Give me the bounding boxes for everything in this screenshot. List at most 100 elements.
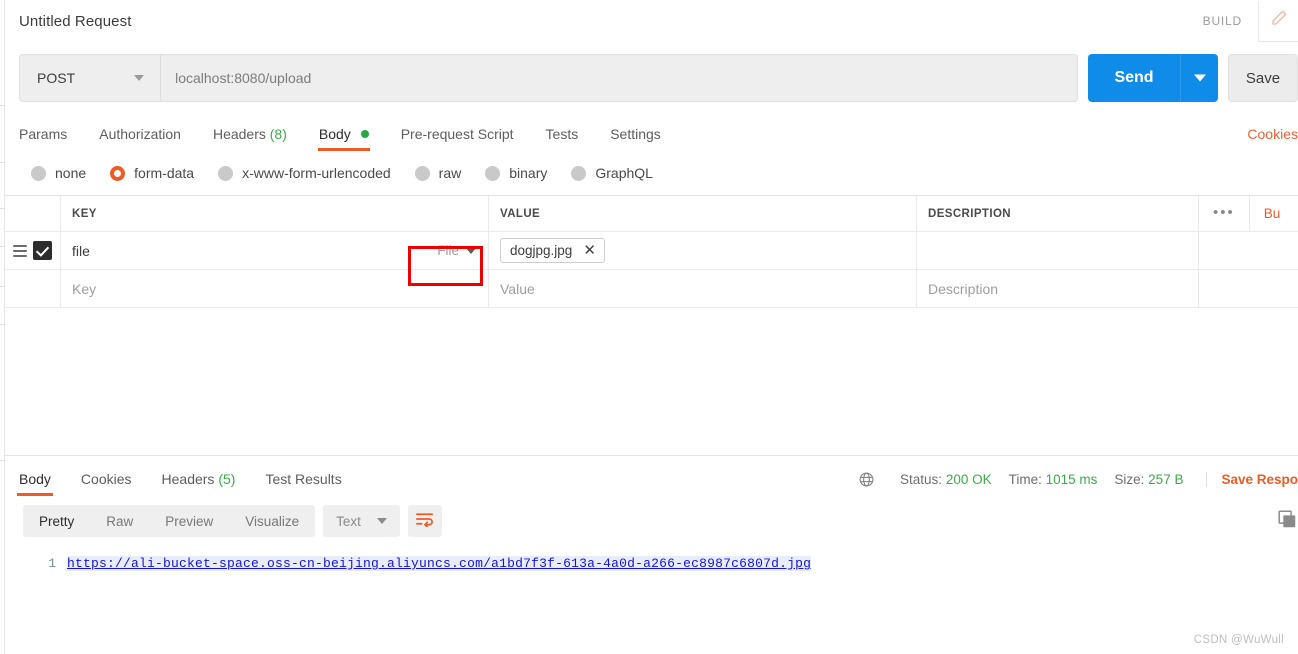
response-language-select[interactable]: Text xyxy=(323,505,400,537)
description-placeholder: Description xyxy=(928,280,999,297)
view-mode-preview[interactable]: Preview xyxy=(149,514,229,529)
form-data-table: KEY VALUE DESCRIPTION ••• Bu file File d… xyxy=(5,195,1298,455)
view-mode-pretty[interactable]: Pretty xyxy=(23,514,90,529)
radio-icon xyxy=(31,165,46,181)
more-options-icon[interactable]: ••• xyxy=(1213,206,1235,220)
empty-row-checkbox-cell xyxy=(5,270,61,307)
radio-icon xyxy=(571,165,587,181)
empty-row-key-cell[interactable]: Key xyxy=(61,270,489,307)
row-description-cell[interactable] xyxy=(917,232,1198,269)
radio-icon xyxy=(414,165,430,181)
row-actions-cell xyxy=(1198,232,1298,269)
tab-params[interactable]: Params xyxy=(19,126,67,151)
row-key-cell[interactable]: file File xyxy=(61,232,489,269)
url-bar: POST localhost:8080/upload Send Save xyxy=(5,51,1298,105)
radio-label: form-data xyxy=(134,165,195,181)
response-body-code: 1 https://ali-bucket-space.oss-cn-beijin… xyxy=(5,546,1298,571)
chevron-down-icon xyxy=(376,518,387,524)
tab-label: Settings xyxy=(610,126,661,142)
tab-tests[interactable]: Tests xyxy=(546,126,579,151)
body-type-x-www-form-urlencoded[interactable]: x-www-form-urlencoded xyxy=(218,165,391,181)
postman-request-pane: Untitled Request BUILD POST localhost:80… xyxy=(5,0,1298,654)
drag-handle-icon[interactable] xyxy=(13,244,27,257)
remove-file-icon[interactable]: ✕ xyxy=(583,243,596,258)
response-pane: Body Cookies Headers (5) Test Results St… xyxy=(5,455,1298,571)
size-label: Size: xyxy=(1114,472,1145,487)
watermark: CSDN @WuWull xyxy=(1193,634,1284,646)
tab-label: Cookies xyxy=(80,471,132,487)
chevron-down-icon xyxy=(134,75,145,81)
bulk-edit-link[interactable]: Bu xyxy=(1248,196,1280,231)
view-mode-visualize[interactable]: Visualize xyxy=(229,514,315,529)
body-type-form-data[interactable]: form-data xyxy=(110,165,194,181)
radio-label: raw xyxy=(438,165,462,181)
table-header-row: KEY VALUE DESCRIPTION ••• Bu xyxy=(5,196,1298,232)
size-badge: Size: 257 B xyxy=(1114,472,1183,487)
save-response-link[interactable]: Save Respo xyxy=(1206,472,1298,487)
key-placeholder: Key xyxy=(72,280,97,297)
status-badge: Status: 200 OK xyxy=(900,472,992,487)
row-type-select[interactable]: File xyxy=(437,232,488,269)
file-chip[interactable]: dogjpg.jpg ✕ xyxy=(500,238,605,263)
table-row: file File dogjpg.jpg ✕ xyxy=(5,232,1298,270)
row-key-value: file xyxy=(72,242,90,259)
response-body-link[interactable]: https://ali-bucket-space.oss-cn-beijing.… xyxy=(67,556,812,571)
wrap-lines-button[interactable] xyxy=(407,505,442,537)
send-options-button[interactable] xyxy=(1180,54,1218,102)
url-input[interactable]: localhost:8080/upload xyxy=(160,54,1078,102)
http-method-select[interactable]: POST xyxy=(19,54,161,102)
edit-request-button[interactable] xyxy=(1258,0,1298,42)
response-tab-headers[interactable]: Headers (5) xyxy=(162,471,236,496)
tab-label: Tests xyxy=(545,126,579,142)
copy-response-button[interactable] xyxy=(1276,508,1298,535)
radio-label: x-www-form-urlencoded xyxy=(242,165,391,181)
tab-label: Pre-request Script xyxy=(400,126,514,142)
column-header-description: DESCRIPTION xyxy=(928,207,1011,220)
http-method-label: POST xyxy=(37,70,76,86)
wrap-lines-icon xyxy=(415,511,434,532)
tab-pre-request-script[interactable]: Pre-request Script xyxy=(401,126,514,151)
url-input-value: localhost:8080/upload xyxy=(175,70,312,86)
radio-selected-icon xyxy=(110,165,126,181)
tab-body[interactable]: Body xyxy=(317,126,370,151)
file-name-label: dogjpg.jpg xyxy=(510,243,573,258)
request-tabs: Params Authorization Headers (8) Body Pr… xyxy=(5,111,1298,151)
size-value: 257 B xyxy=(1148,472,1184,487)
radio-label: none xyxy=(55,165,87,181)
tab-label: Headers xyxy=(212,126,266,142)
empty-row-actions-cell xyxy=(1198,270,1298,307)
send-button-group: Send xyxy=(1088,54,1218,102)
row-checkbox-cell xyxy=(5,232,61,269)
status-label: Status: xyxy=(900,472,943,487)
value-placeholder: Value xyxy=(500,280,535,297)
row-value-cell[interactable]: dogjpg.jpg ✕ xyxy=(489,232,917,269)
response-tab-cookies[interactable]: Cookies xyxy=(81,471,132,496)
tab-settings[interactable]: Settings xyxy=(610,126,661,151)
save-button[interactable]: Save xyxy=(1228,54,1298,102)
empty-row-value-cell[interactable]: Value xyxy=(489,270,917,307)
response-tab-body[interactable]: Body xyxy=(17,471,53,496)
body-type-graphql[interactable]: GraphQL xyxy=(571,165,653,181)
body-type-binary[interactable]: binary xyxy=(485,165,547,181)
body-type-none[interactable]: none xyxy=(31,165,86,181)
response-tab-test-results[interactable]: Test Results xyxy=(265,471,341,496)
tab-headers[interactable]: Headers (8) xyxy=(213,126,287,151)
view-mode-raw[interactable]: Raw xyxy=(90,514,149,529)
tab-headers-count: (8) xyxy=(269,126,287,142)
tab-authorization[interactable]: Authorization xyxy=(99,126,181,151)
tab-label: Params xyxy=(19,126,68,142)
radio-icon xyxy=(485,165,501,181)
table-empty-space xyxy=(5,308,1298,455)
tab-label: Authorization xyxy=(99,126,181,142)
empty-row-description-cell[interactable]: Description xyxy=(917,270,1198,307)
body-type-raw[interactable]: raw xyxy=(414,165,462,181)
pencil-icon xyxy=(1270,9,1288,32)
tab-label: Headers xyxy=(161,471,215,487)
row-enabled-checkbox[interactable] xyxy=(33,241,52,260)
send-button[interactable]: Send xyxy=(1088,54,1180,102)
cookies-link[interactable]: Cookies xyxy=(1247,126,1298,151)
header-checkbox-cell xyxy=(5,196,61,231)
body-status-dot-icon xyxy=(360,130,369,138)
line-number: 1 xyxy=(48,556,56,571)
time-badge: Time: 1015 ms xyxy=(1009,472,1098,487)
